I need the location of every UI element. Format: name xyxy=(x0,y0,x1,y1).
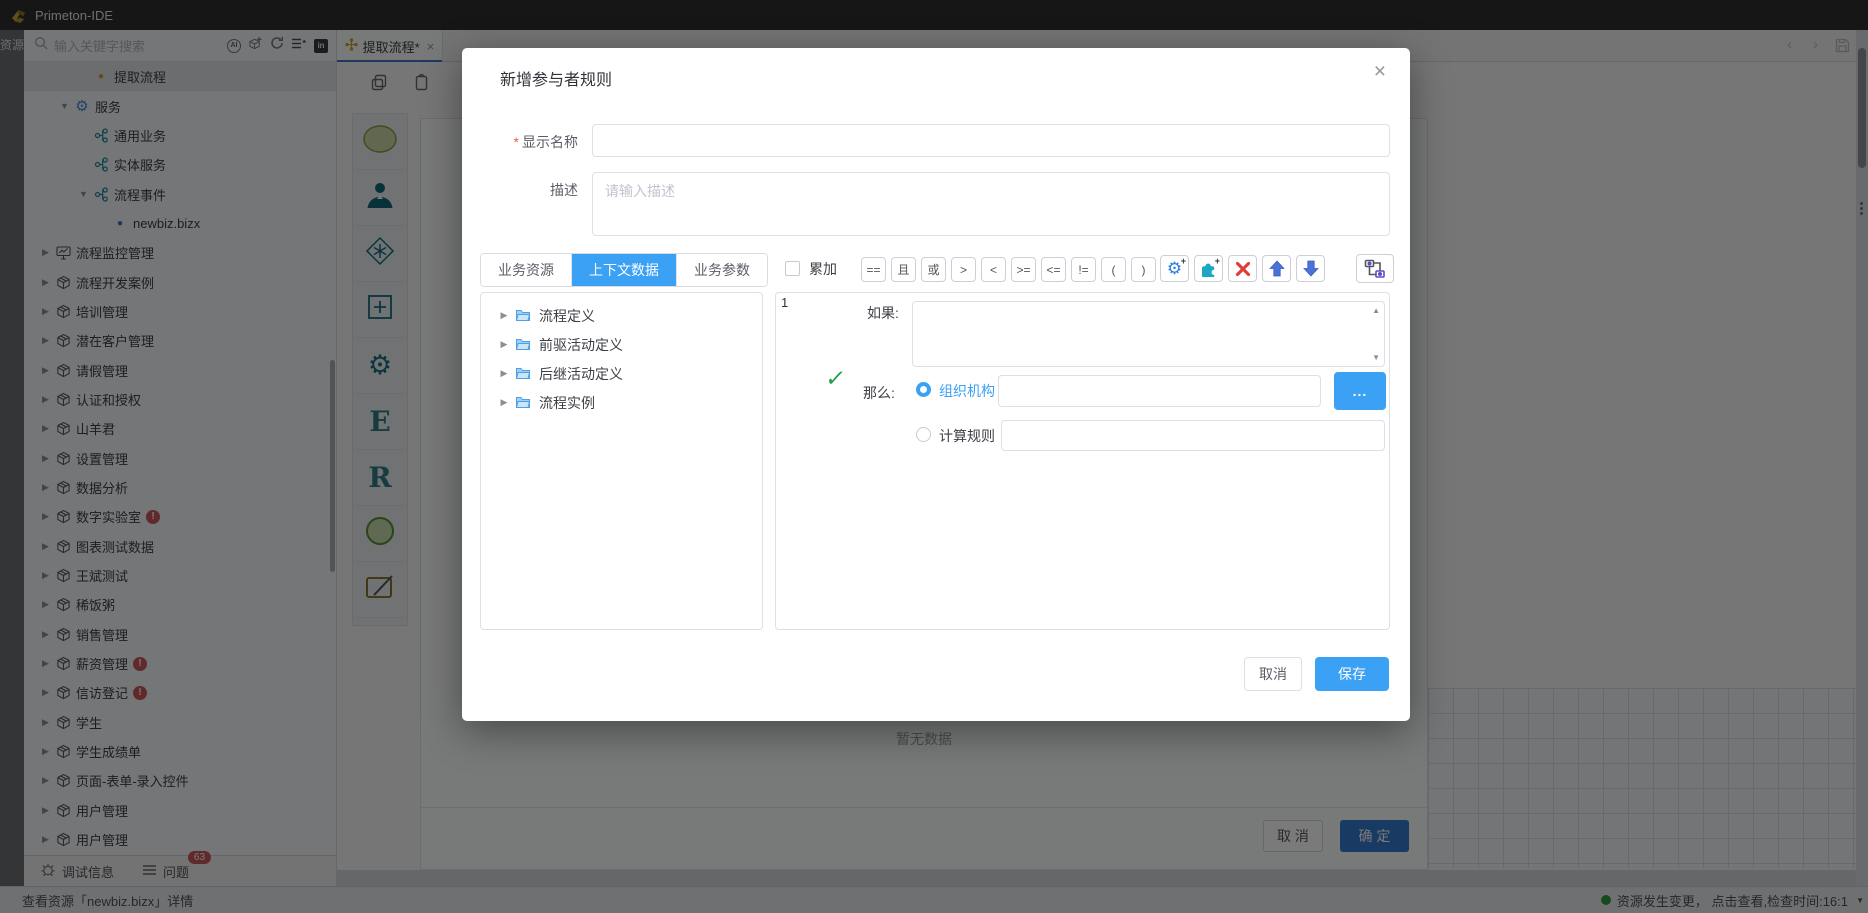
delete-x-icon xyxy=(1235,261,1251,277)
operator-buttons: ==且或><>=<=!=() xyxy=(861,257,1156,282)
accumulate-label: 累加 xyxy=(809,259,837,279)
folder-icon xyxy=(513,367,533,380)
add-participant-rule-dialog: 新增参与者规则 × *显示名称 描述 业务资源上下文数据业务参数 累加 ==且或… xyxy=(462,48,1410,721)
context-tree-item[interactable]: ▶ 后继活动定义 xyxy=(481,359,762,388)
operator-button[interactable]: ) xyxy=(1131,257,1156,282)
caret-right-icon[interactable]: ▶ xyxy=(497,339,511,350)
operator-button[interactable]: != xyxy=(1071,257,1096,282)
context-tree-label: 前驱活动定义 xyxy=(539,335,623,355)
folder-icon xyxy=(513,396,533,409)
operator-button[interactable]: == xyxy=(861,257,886,282)
description-input[interactable] xyxy=(592,172,1390,236)
caret-right-icon[interactable]: ▶ xyxy=(497,368,511,379)
context-data-tree-panel: ▶ 流程定义 ▶ 前驱活动定义 ▶ 后继活动定义 ▶ 流程实例 xyxy=(480,292,763,630)
arrow-up-icon xyxy=(1269,260,1285,277)
condition-input[interactable]: ▲ ▼ xyxy=(912,301,1385,367)
operator-button[interactable]: >= xyxy=(1011,257,1036,282)
datasource-tab-0[interactable]: 业务资源 xyxy=(481,254,571,286)
operator-button[interactable]: 或 xyxy=(921,257,946,282)
datasource-tab-2[interactable]: 业务参数 xyxy=(676,254,767,286)
rule-editor-panel: 1 ✓ 如果: ▲ ▼ 那么: 组织机构 ... 计算规则 xyxy=(775,292,1390,630)
dialog-save-button[interactable]: 保存 xyxy=(1315,657,1389,691)
action-icon-buttons: ⚙+ + xyxy=(1160,255,1325,282)
dialog-title: 新增参与者规则 xyxy=(500,66,612,90)
puzzle-add-button[interactable]: + xyxy=(1194,255,1223,282)
context-tree-label: 流程实例 xyxy=(539,393,595,413)
caret-right-icon[interactable]: ▶ xyxy=(497,397,511,408)
scroll-down-icon[interactable]: ▼ xyxy=(1372,353,1380,362)
dialog-cancel-button[interactable]: 取消 xyxy=(1244,657,1302,691)
participant-relation-button[interactable] xyxy=(1356,254,1394,283)
operator-button[interactable]: ( xyxy=(1101,257,1126,282)
required-mark: * xyxy=(514,134,519,150)
calc-rule-label[interactable]: 计算规则 xyxy=(939,426,995,446)
delete-x-button[interactable] xyxy=(1228,255,1257,282)
operator-button[interactable]: 且 xyxy=(891,257,916,282)
accumulate-checkbox[interactable] xyxy=(785,261,800,276)
app-screen: Primeton-IDE 资源 输入关键字搜索 AI in ●提取流程▼⚙服务通… xyxy=(0,0,1868,913)
puzzle-add-icon: + xyxy=(1199,260,1218,278)
display-name-input[interactable] xyxy=(592,124,1390,157)
operator-button[interactable]: <= xyxy=(1041,257,1066,282)
caret-right-icon[interactable]: ▶ xyxy=(497,310,511,321)
context-tree-item[interactable]: ▶ 流程定义 xyxy=(481,301,762,330)
calc-rule-radio[interactable] xyxy=(916,427,931,442)
context-tree-item[interactable]: ▶ 流程实例 xyxy=(481,388,762,417)
operator-button[interactable]: < xyxy=(981,257,1006,282)
org-picker-button[interactable]: ... xyxy=(1334,372,1386,410)
org-radio[interactable] xyxy=(916,382,931,397)
arrow-down-icon xyxy=(1303,260,1319,277)
arrow-down-button[interactable] xyxy=(1296,255,1325,282)
check-icon: ✓ xyxy=(824,365,848,392)
org-value-input[interactable] xyxy=(998,375,1321,407)
context-tree-label: 后继活动定义 xyxy=(539,364,623,384)
then-label: 那么: xyxy=(863,383,895,403)
datasource-tabs: 业务资源上下文数据业务参数 xyxy=(480,253,768,287)
gear-add-icon: ⚙+ xyxy=(1167,260,1182,277)
org-radio-label[interactable]: 组织机构 xyxy=(939,381,995,401)
folder-icon xyxy=(513,309,533,322)
if-label: 如果: xyxy=(867,303,899,323)
arrow-up-button[interactable] xyxy=(1262,255,1291,282)
dialog-close-icon[interactable]: × xyxy=(1374,60,1386,84)
calc-rule-input[interactable] xyxy=(1001,420,1385,451)
scroll-up-icon[interactable]: ▲ xyxy=(1372,306,1380,315)
context-tree-label: 流程定义 xyxy=(539,306,595,326)
folder-icon xyxy=(513,338,533,351)
display-name-label: *显示名称 xyxy=(462,132,578,152)
rule-index: 1 xyxy=(781,295,788,310)
description-label: 描述 xyxy=(462,180,578,200)
context-tree-item[interactable]: ▶ 前驱活动定义 xyxy=(481,330,762,359)
gear-add-button[interactable]: ⚙+ xyxy=(1160,255,1189,282)
datasource-tab-1[interactable]: 上下文数据 xyxy=(571,254,676,286)
operator-button[interactable]: > xyxy=(951,257,976,282)
